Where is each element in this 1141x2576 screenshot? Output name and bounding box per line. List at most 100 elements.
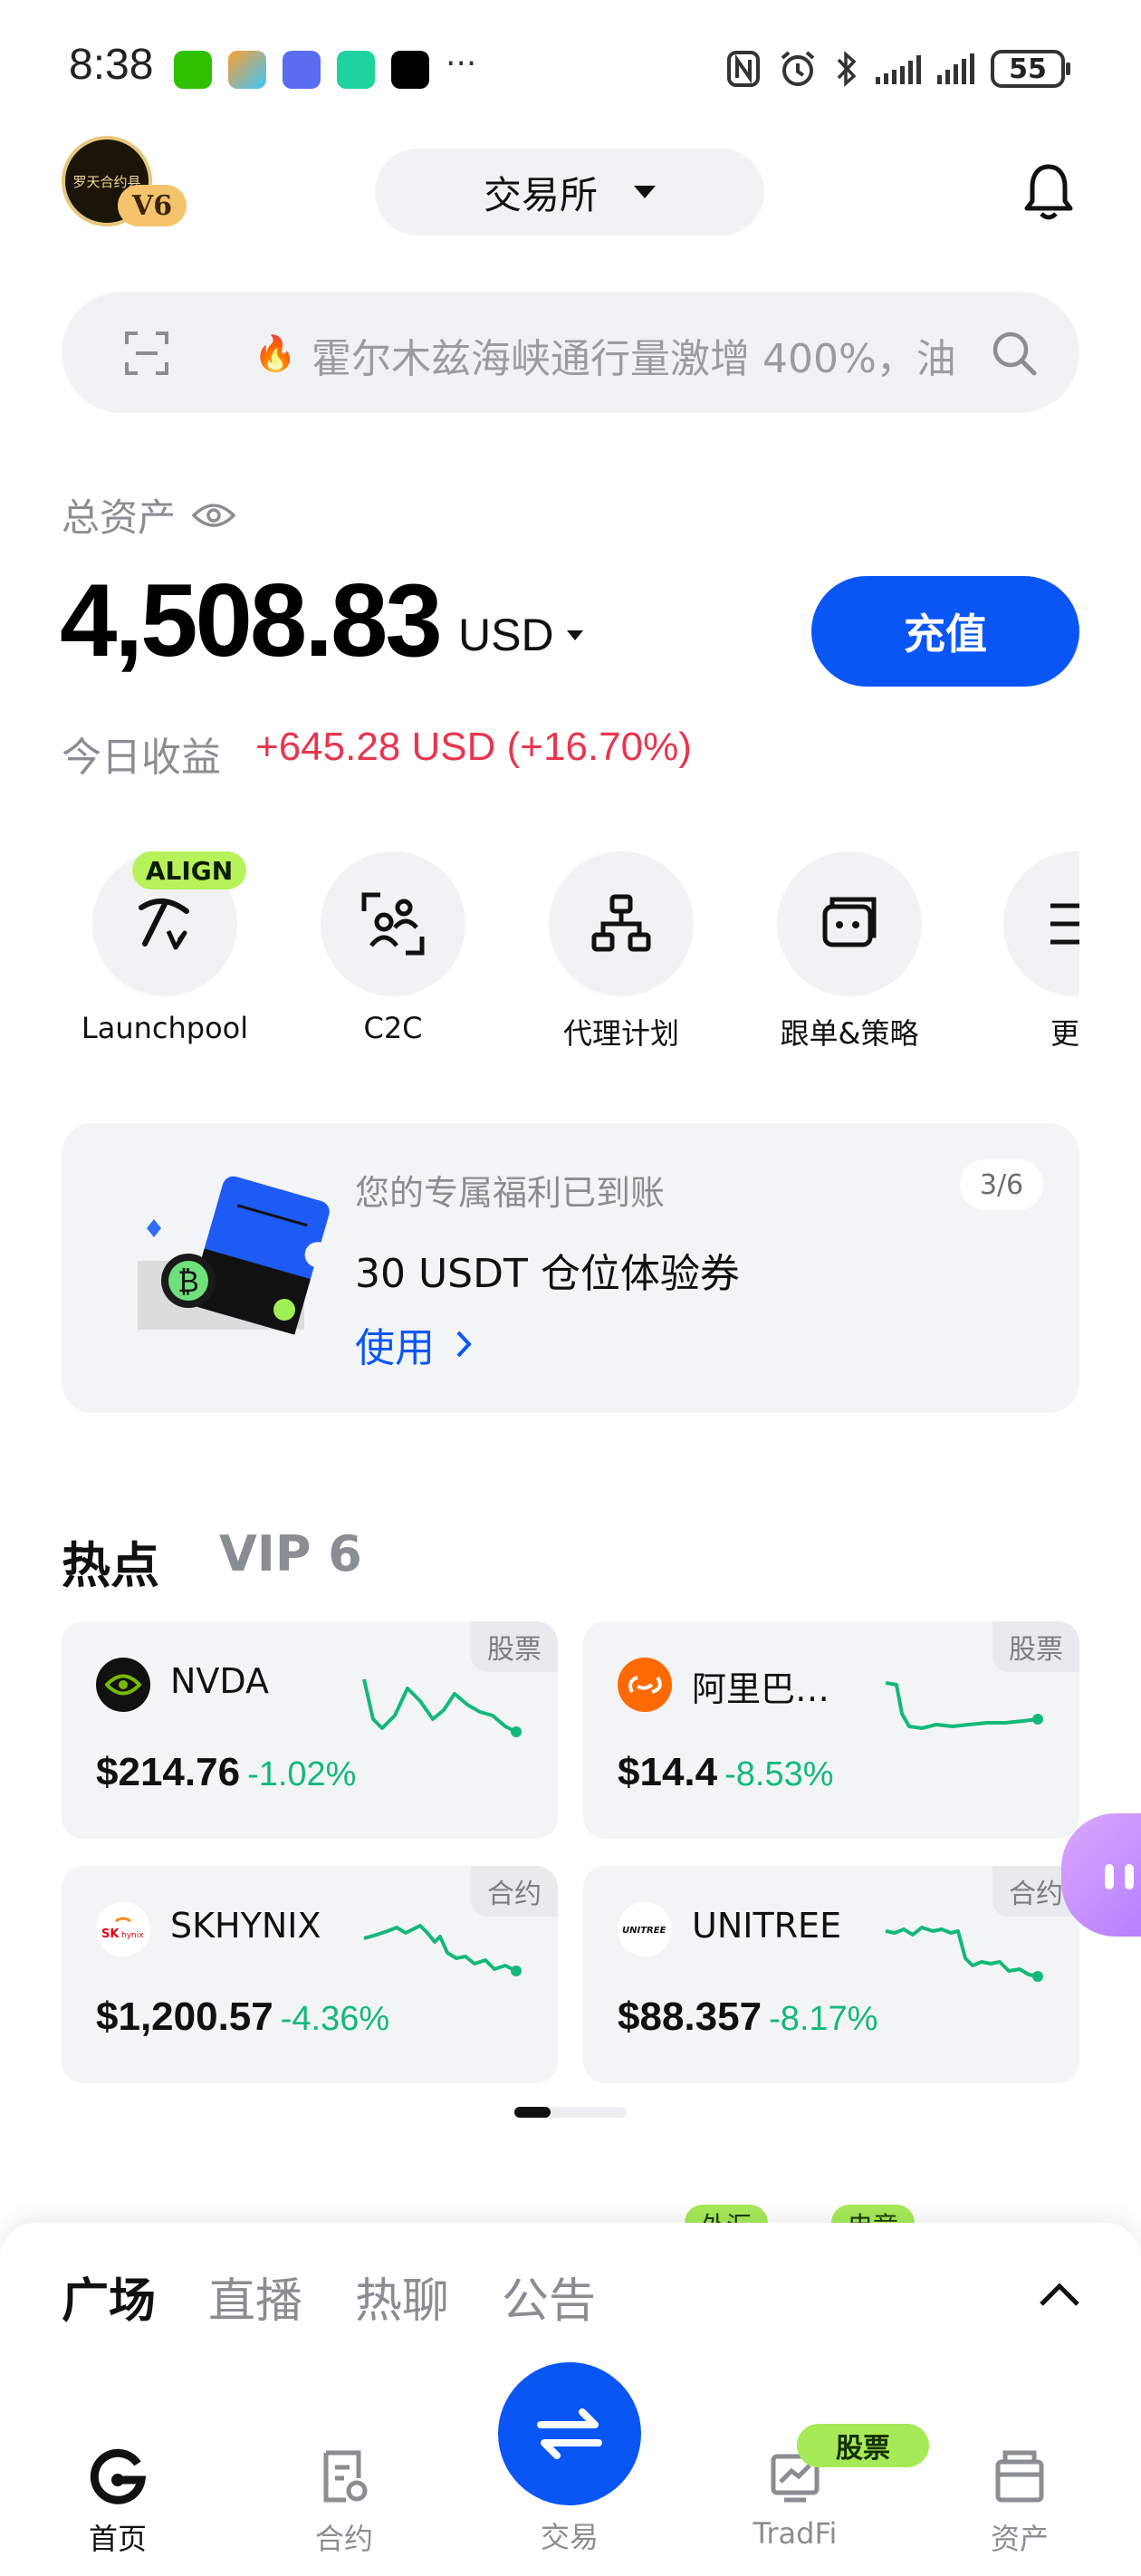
more-icon bbox=[1003, 851, 1079, 996]
bell-icon[interactable] bbox=[1021, 161, 1076, 225]
ticker-card[interactable]: 股票 阿里巴… $14.4 -8.53% bbox=[583, 1621, 1079, 1839]
tab-announcements[interactable]: 公告 bbox=[502, 2263, 596, 2331]
nav-assets[interactable]: 资产 bbox=[947, 2447, 1092, 2558]
exchange-selector-label: 交易所 bbox=[483, 172, 598, 217]
sparkline-chart bbox=[885, 1926, 1043, 1982]
chevron-up-icon[interactable] bbox=[1038, 2281, 1081, 2308]
bluetooth-icon bbox=[837, 51, 857, 87]
svg-text:₿: ₿ bbox=[177, 1264, 199, 1299]
avatar[interactable]: 罗天合约县 V6 bbox=[62, 136, 187, 226]
shortcut-more[interactable]: 更 bbox=[1003, 851, 1079, 1069]
ticker-name: UNITREE bbox=[692, 1906, 842, 1946]
tab-live[interactable]: 直播 bbox=[208, 2263, 302, 2331]
ticker-card[interactable]: 合约 UNITREE UNITREE $88.357 -8.17% bbox=[583, 1866, 1079, 2083]
shortcut-copy-trading[interactable]: 跟单&策略 bbox=[750, 851, 949, 1053]
ticker-price-value: $1,200.57 bbox=[96, 1994, 273, 2039]
trade-button[interactable] bbox=[498, 2362, 641, 2505]
battery-icon: 55 bbox=[991, 50, 1070, 88]
currency-selector[interactable]: USD bbox=[458, 609, 583, 661]
shortcut-label: 更 bbox=[1050, 1016, 1079, 1051]
shortcut-affiliate[interactable]: 代理计划 bbox=[522, 851, 721, 1053]
total-assets-text: 总资产 bbox=[62, 495, 177, 540]
caret-down-icon bbox=[634, 186, 656, 198]
colorful-app-icon bbox=[228, 51, 266, 89]
status-more-icon: ··· bbox=[446, 45, 477, 82]
blue-app-icon bbox=[283, 51, 321, 89]
sparkline-chart bbox=[885, 1681, 1043, 1730]
scan-icon[interactable] bbox=[123, 330, 170, 377]
nav-futures[interactable]: 合约 bbox=[272, 2447, 417, 2558]
swap-arrows-icon bbox=[537, 2408, 602, 2459]
svg-text:SK: SK bbox=[101, 1927, 120, 1941]
align-badge: ALIGN bbox=[132, 851, 246, 889]
home-icon bbox=[90, 2448, 147, 2504]
exchange-selector[interactable]: 交易所 bbox=[375, 149, 764, 235]
search-bar[interactable]: 🔥 霍尔木兹海峡通行量激增 400%，油 bbox=[62, 292, 1079, 413]
svg-text:hynix: hynix bbox=[121, 1931, 144, 1940]
ticker-price-value: $14.4 bbox=[618, 1750, 718, 1794]
wifi-signal-icon bbox=[876, 53, 921, 84]
search-placeholder: 霍尔木兹海峡通行量激增 400%，油 bbox=[312, 336, 956, 382]
eye-icon[interactable] bbox=[192, 501, 236, 530]
status-indicators: 55 bbox=[725, 49, 1070, 89]
ticker-price: $1,200.57 -4.36% bbox=[96, 1994, 389, 2040]
promo-use-link[interactable]: 使用 bbox=[355, 1315, 473, 1373]
hot-tab[interactable]: 热点 bbox=[62, 1525, 159, 1597]
nav-label: TradFi bbox=[753, 2516, 838, 2551]
unitree-logo-icon: UNITREE bbox=[618, 1902, 672, 1956]
total-assets-label: 总资产 bbox=[62, 487, 236, 543]
promo-use-label: 使用 bbox=[355, 1325, 435, 1371]
currency-label: USD bbox=[458, 610, 554, 660]
promo-title: 30 USDT 仓位体验券 bbox=[355, 1251, 740, 1297]
ticker-price: $14.4 -8.53% bbox=[618, 1750, 834, 1795]
nvidia-logo-icon bbox=[96, 1658, 150, 1712]
camera-app-icon bbox=[337, 51, 375, 89]
shortcut-label: C2C bbox=[363, 1011, 423, 1045]
cellular-signal-icon bbox=[937, 53, 974, 84]
shortcut-label: 跟单&策略 bbox=[780, 1016, 919, 1051]
org-chart-icon bbox=[549, 851, 694, 996]
alarm-icon bbox=[781, 51, 815, 86]
robot-icon bbox=[777, 851, 922, 996]
shortcut-label: Launchpool bbox=[81, 1011, 249, 1045]
chevron-right-icon bbox=[456, 1331, 472, 1358]
deposit-button[interactable]: 充值 bbox=[811, 576, 1079, 687]
ticker-card[interactable]: 股票 NVDA $214.76 -1.02% bbox=[62, 1621, 558, 1839]
ticker-change: -1.02% bbox=[247, 1755, 357, 1793]
shortcut-c2c[interactable]: C2C bbox=[293, 851, 493, 1045]
status-time: 8:38 bbox=[69, 41, 154, 89]
feed-tabs: 广场 直播 热聊 公告 bbox=[62, 2263, 596, 2331]
promo-card[interactable]: ₿ 您的专属福利已到账 30 USDT 仓位体验券 使用 3/6 bbox=[62, 1123, 1079, 1413]
tab-hot-chat[interactable]: 热聊 bbox=[355, 2263, 449, 2331]
sparkline-chart bbox=[363, 1924, 522, 1976]
ticker-change: -8.53% bbox=[724, 1755, 834, 1793]
ticker-price: $214.76 -1.02% bbox=[96, 1750, 356, 1795]
nav-label: 合约 bbox=[314, 2522, 373, 2556]
vip-tab[interactable]: VIP 6 bbox=[219, 1525, 362, 1582]
tab-square[interactable]: 广场 bbox=[62, 2263, 156, 2331]
tiktok-icon bbox=[391, 51, 429, 89]
nav-label: 首页 bbox=[88, 2522, 147, 2556]
vip-level-badge: V6 bbox=[118, 185, 187, 226]
nav-label: 资产 bbox=[990, 2522, 1049, 2556]
today-pnl-value: +645.28 USD (+16.70%) bbox=[255, 725, 692, 769]
nfc-icon bbox=[727, 51, 760, 87]
nav-home[interactable]: 首页 bbox=[45, 2447, 190, 2558]
ticker-card[interactable]: 合约 SK hynix SKHYNIX $1,200.57 -4.36% bbox=[62, 1866, 558, 2083]
caret-down-icon bbox=[566, 630, 583, 640]
ticker-price: $88.357 -8.17% bbox=[618, 1994, 877, 2040]
promo-pager: 3/6 bbox=[960, 1159, 1043, 1210]
nav-label-trade: 交易 bbox=[540, 2520, 599, 2554]
promo-subtitle: 您的专属福利已到账 bbox=[355, 1173, 666, 1213]
c2c-icon bbox=[321, 851, 465, 996]
wallet-icon bbox=[995, 2450, 1044, 2503]
shortcut-label: 代理计划 bbox=[562, 1016, 679, 1051]
search-icon[interactable] bbox=[989, 328, 1040, 379]
alibaba-logo-icon bbox=[618, 1658, 672, 1712]
ticker-name: 阿里巴… bbox=[692, 1669, 830, 1709]
fire-icon: 🔥 bbox=[254, 333, 297, 373]
futures-icon bbox=[323, 2450, 368, 2503]
sparkline-chart bbox=[362, 1678, 522, 1737]
ticker-price-value: $214.76 bbox=[96, 1750, 241, 1794]
skhynix-logo-icon: SK hynix bbox=[96, 1902, 150, 1956]
